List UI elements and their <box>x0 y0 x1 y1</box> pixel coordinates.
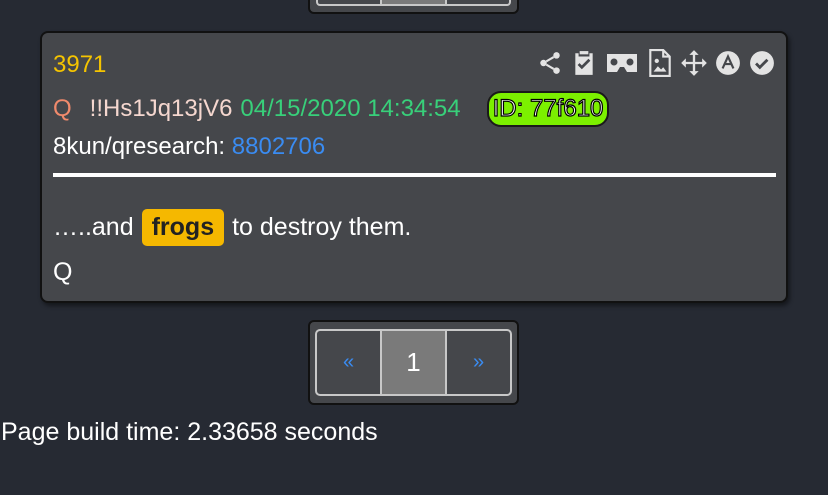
post-number[interactable]: 3971 <box>53 51 106 79</box>
pagination-next-button[interactable]: » <box>447 331 510 394</box>
author-row: Q !!Hs1Jq13jV6 04/15/2020 14:34:54 ID: 7… <box>53 91 610 127</box>
pagination-top <box>308 0 519 14</box>
pagination-top-inner <box>316 0 511 6</box>
move-icon[interactable] <box>680 49 708 77</box>
pagination-inner: « 1 » <box>315 329 512 396</box>
source-link[interactable]: 8802706 <box>232 133 325 160</box>
vr-goggles-icon[interactable] <box>604 49 640 77</box>
post-card: 3971 Q !!Hs1Jq13jV6 04/15/2020 14:34:54 … <box>40 31 788 303</box>
post-timestamp: 04/15/2020 14:34:54 <box>240 95 461 122</box>
source-label: 8kun/qresearch: <box>53 133 232 160</box>
pagination-top-prev[interactable] <box>318 0 383 4</box>
pagination: « 1 » <box>308 320 519 405</box>
page-build-time: Page build time: 2.33658 seconds <box>1 418 378 446</box>
a-circle-icon[interactable] <box>714 49 742 77</box>
poster-id-badge[interactable]: ID: 77f610 <box>486 91 610 127</box>
highlighted-word: frogs <box>141 209 225 246</box>
check-circle-icon[interactable] <box>748 49 776 77</box>
author-name: Q <box>53 95 72 122</box>
clipboard-check-icon[interactable] <box>570 49 598 77</box>
share-icon[interactable] <box>536 49 564 77</box>
pagination-top-current[interactable] <box>382 0 447 4</box>
post-signature: Q <box>53 258 73 286</box>
pagination-prev-button[interactable]: « <box>317 331 382 394</box>
body-suffix: to destroy them. <box>232 213 412 241</box>
post-divider <box>53 173 776 177</box>
image-file-icon[interactable] <box>646 49 674 77</box>
source-row: 8kun/qresearch: 8802706 <box>53 133 325 161</box>
post-toolbar <box>536 49 776 77</box>
post-body-line: …..and frogs to destroy them. <box>53 209 411 246</box>
tripcode: !!Hs1Jq13jV6 <box>89 95 233 122</box>
pagination-top-next[interactable] <box>447 0 509 4</box>
body-prefix: …..and <box>53 213 134 241</box>
pagination-current-page[interactable]: 1 <box>382 331 447 394</box>
